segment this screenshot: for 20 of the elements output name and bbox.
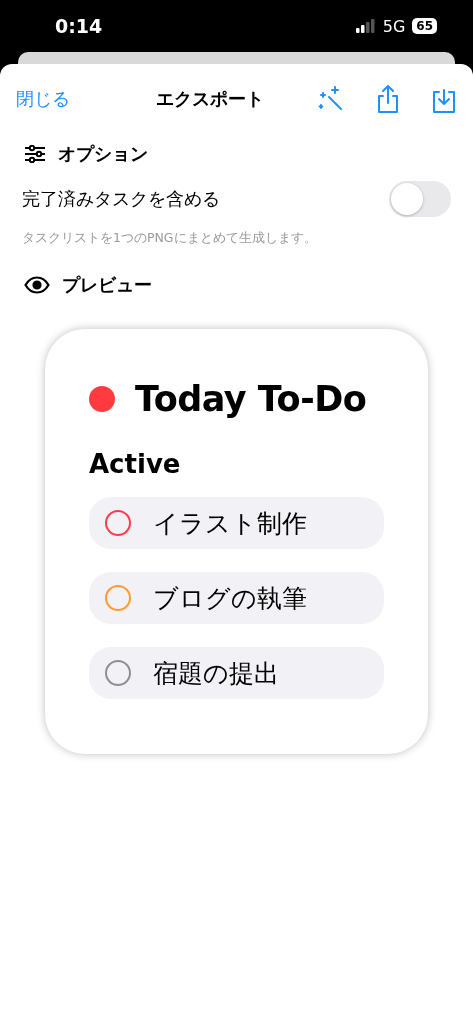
toggle-switch[interactable] — [389, 181, 451, 217]
task-label: 宿題の提出 — [153, 657, 279, 690]
network-label: 5G — [382, 16, 406, 36]
section-label: Active — [89, 449, 182, 479]
signal-icon — [355, 19, 376, 33]
list-title: Today To-Do — [135, 379, 367, 419]
task-label: ブログの執筆 — [153, 582, 307, 615]
sheet-title: エクスポート — [156, 87, 265, 111]
share-icon[interactable] — [375, 84, 401, 114]
close-button[interactable]: 閉じる — [16, 87, 70, 111]
status-time: 0:14 — [55, 15, 103, 37]
section-title: プレビュー — [62, 273, 152, 297]
toggle-label: 完了済みタスクを含める — [22, 187, 220, 211]
sliders-icon — [24, 145, 46, 163]
eye-icon — [24, 276, 50, 294]
section-title: オプション — [58, 142, 148, 166]
magic-wand-icon[interactable] — [317, 85, 345, 113]
hint-text: タスクリストを1つのPNGにまとめて生成します。 — [21, 229, 318, 247]
battery-level: 65 — [412, 18, 437, 34]
task-label: イラスト制作 — [153, 507, 307, 540]
